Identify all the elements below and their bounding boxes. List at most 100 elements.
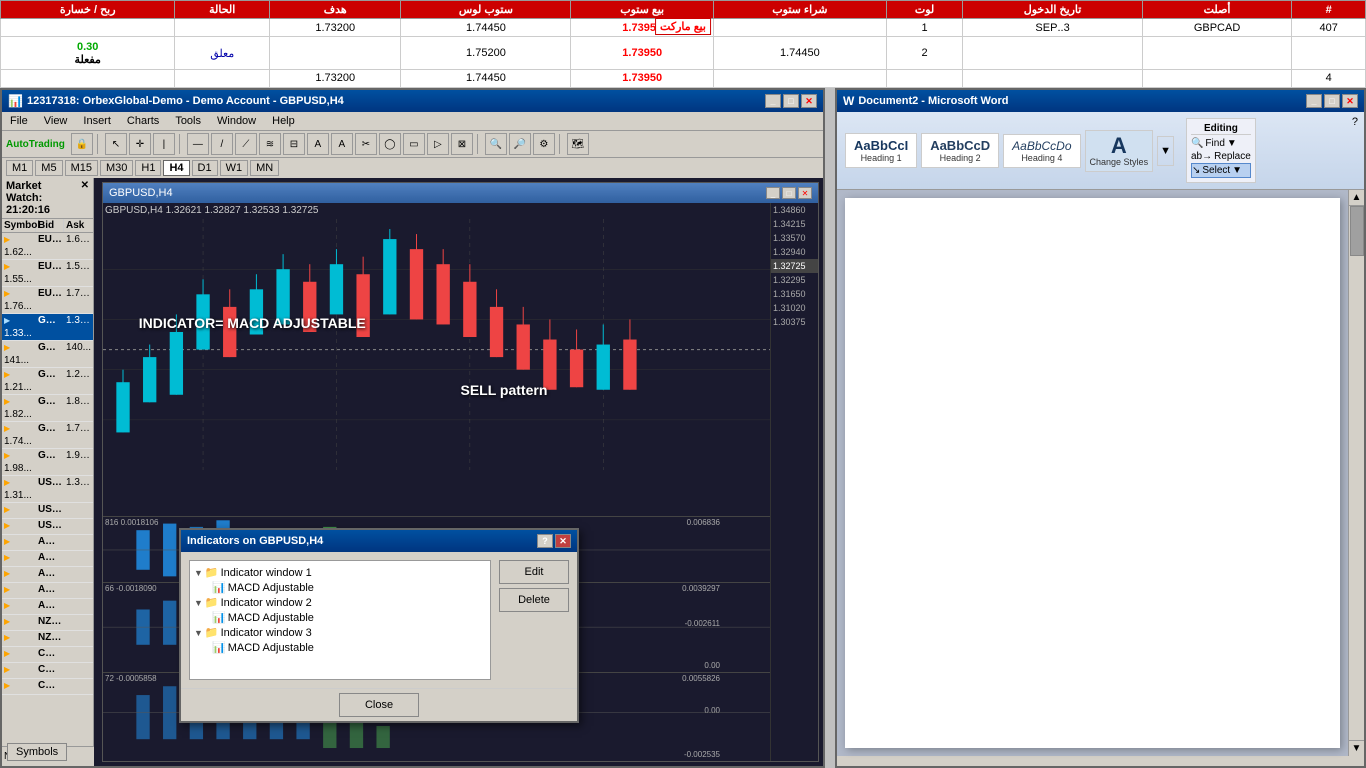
mw-row-eurcad[interactable]: ▶EURCAD 1.55... 1.55... 1.55... xyxy=(2,260,93,287)
toolbar-arrow-btn[interactable]: ↖ xyxy=(105,133,127,155)
chart-minimize-btn[interactable]: _ xyxy=(766,187,780,199)
tf-m5[interactable]: M5 xyxy=(35,160,62,176)
menu-insert[interactable]: Insert xyxy=(79,114,115,128)
toolbar-label-btn[interactable]: A xyxy=(331,133,353,155)
toolbar-ellipse-btn[interactable]: ◯ xyxy=(379,133,401,155)
find-item[interactable]: 🔍 Find ▼ xyxy=(1191,137,1251,150)
mt4-minimize-btn[interactable]: _ xyxy=(765,94,781,108)
word-close-btn[interactable]: ✕ xyxy=(1342,94,1358,108)
scroll-down-btn[interactable]: ▼ xyxy=(1349,740,1364,756)
toolbar-line-btn[interactable]: | xyxy=(153,133,175,155)
mw-row-gbpchf[interactable]: ▶GBPCHF 1.20... 1.20... 1.21... xyxy=(2,368,93,395)
tf-h4[interactable]: H4 xyxy=(163,160,189,176)
tree-macd-2[interactable]: 📊 MACD Adjustable xyxy=(194,610,486,625)
menu-view[interactable]: View xyxy=(40,114,72,128)
word-minimize-btn[interactable]: _ xyxy=(1306,94,1322,108)
tree-ind-win-2[interactable]: ▼ 📁 Indicator window 2 xyxy=(194,595,486,610)
dialog-help-btn[interactable]: ? xyxy=(537,534,553,548)
select-item[interactable]: ↘ Select ▼ xyxy=(1191,163,1251,178)
word-scrollbar[interactable]: ▲ ▼ xyxy=(1348,190,1364,756)
scroll-up-btn[interactable]: ▲ xyxy=(1349,190,1364,206)
toolbar-arrow-tool-btn[interactable]: ✂ xyxy=(355,133,377,155)
tf-h1[interactable]: H1 xyxy=(135,160,161,176)
chart-close-btn[interactable]: ✕ xyxy=(798,187,812,199)
tree-macd-1[interactable]: 📊 MACD Adjustable xyxy=(194,580,486,595)
dialog-close-btn[interactable]: ✕ xyxy=(555,534,571,548)
tf-d1[interactable]: D1 xyxy=(192,160,218,176)
menu-file[interactable]: File xyxy=(6,114,32,128)
mw-row-nzdjpy[interactable]: ▶NZDJPY xyxy=(2,631,93,647)
tree-toggle-3[interactable]: ▼ xyxy=(194,628,203,638)
mw-row-nzdusd[interactable]: ▶NZDUSD xyxy=(2,615,93,631)
dialog-ok-btn[interactable]: Close xyxy=(339,693,419,717)
change-styles-btn[interactable]: A Change Styles xyxy=(1085,130,1154,172)
tf-m15[interactable]: M15 xyxy=(65,160,98,176)
heading1-style[interactable]: AaBbCcI Heading 1 xyxy=(845,133,917,168)
toolbar-tline-btn[interactable]: / xyxy=(211,133,233,155)
delete-button[interactable]: Delete xyxy=(499,588,569,612)
indicator-icon-1: 📊 xyxy=(212,581,226,594)
menu-help[interactable]: Help xyxy=(268,114,299,128)
mw-row-gbpaud[interactable]: ▶GBPAUD. 1.82... 1.82... 1.82... xyxy=(2,395,93,422)
mw-row-usdchf[interactable]: ▶USDCHF xyxy=(2,503,93,519)
toolbar-cross-btn[interactable]: ✛ xyxy=(129,133,151,155)
mw-row-euraud[interactable]: ▶EURAUD 1.62... 1.62... 1.62... xyxy=(2,233,93,260)
word-restore-btn[interactable]: □ xyxy=(1324,94,1340,108)
edit-button[interactable]: Edit xyxy=(499,560,569,584)
mw-row-audjpy[interactable]: ▶AUDJPY xyxy=(2,583,93,599)
mw-symbol-eurnzd: EURNZD xyxy=(36,287,64,300)
tf-w1[interactable]: W1 xyxy=(220,160,249,176)
market-watch-close[interactable]: ✕ xyxy=(81,180,89,216)
mw-row-audnzd[interactable]: ▶AUDNZD xyxy=(2,599,93,615)
menu-tools[interactable]: Tools xyxy=(171,114,205,128)
toolbar-channel-btn[interactable]: ⊟ xyxy=(283,133,305,155)
toolbar-navigator-btn[interactable]: 🗺 xyxy=(567,133,589,155)
heading2-style[interactable]: AaBbCcD Heading 2 xyxy=(921,133,999,168)
toolbar-hline-btn[interactable]: — xyxy=(187,133,209,155)
tf-m1[interactable]: M1 xyxy=(6,160,33,176)
col-asset: أصلت xyxy=(1142,1,1291,19)
toolbar-triangle-btn[interactable]: ▷ xyxy=(427,133,449,155)
toolbar-text-btn[interactable]: A xyxy=(307,133,329,155)
word-help-icon[interactable]: ? xyxy=(1352,116,1358,128)
tree-macd-3[interactable]: 📊 MACD Adjustable xyxy=(194,640,486,655)
toolbar-zoom-in-btn[interactable]: 🔍 xyxy=(485,133,507,155)
tree-toggle-1[interactable]: ▼ xyxy=(194,568,203,578)
toolbar-gann-btn[interactable]: ⊠ xyxy=(451,133,473,155)
scroll-thumb[interactable] xyxy=(1350,206,1364,256)
mw-row-cadjpy[interactable]: ▶CADJPY xyxy=(2,647,93,663)
mw-row-cadchf[interactable]: ▶CADCHF xyxy=(2,679,93,695)
mw-symbol-euraud: EURAUD xyxy=(36,233,64,246)
tf-mn[interactable]: MN xyxy=(250,160,279,176)
toolbar-zoom-out-btn[interactable]: 🔎 xyxy=(509,133,531,155)
styles-dropdown-btn[interactable]: ▼ xyxy=(1157,136,1174,166)
mw-row-usdcad[interactable]: ▶USDCAD 1.31... 1.31... 1.31... xyxy=(2,476,93,503)
mw-row-audusd[interactable]: ▶AUDUSD xyxy=(2,535,93,551)
mw-row-usdjpy[interactable]: ▶USDJPY xyxy=(2,519,93,535)
toolbar-trend-btn[interactable]: ⟋ xyxy=(235,133,257,155)
mw-row-audchf[interactable]: ▶AUDCHF xyxy=(2,567,93,583)
mt4-restore-btn[interactable]: □ xyxy=(783,94,799,108)
mw-row-gbpjpy[interactable]: ▶GBPJPY 140... 140... 141... xyxy=(2,341,93,368)
mw-row-gbpnzd[interactable]: ▶GBPNZD. 1.98... 1.98... 1.98... xyxy=(2,449,93,476)
replace-item[interactable]: ab→ Replace xyxy=(1191,150,1251,163)
toolbar-prop-btn[interactable]: ⚙ xyxy=(533,133,555,155)
heading4-style[interactable]: AaBbCcDo Heading 4 xyxy=(1003,134,1080,168)
tree-ind-win-3[interactable]: ▼ 📁 Indicator window 3 xyxy=(194,625,486,640)
mw-row-audcad[interactable]: ▶AUDCAD xyxy=(2,551,93,567)
toolbar-rect-btn[interactable]: ▭ xyxy=(403,133,425,155)
chart-restore-btn[interactable]: □ xyxy=(782,187,796,199)
mw-row-gbpusd[interactable]: ▶GBPUSD 1.32... 1.33... 1.33... xyxy=(2,314,93,341)
tree-toggle-2[interactable]: ▼ xyxy=(194,598,203,608)
symbols-button[interactable]: Symbols xyxy=(7,743,67,761)
toolbar-fib-btn[interactable]: ≋ xyxy=(259,133,281,155)
mt4-close-btn[interactable]: ✕ xyxy=(801,94,817,108)
tree-ind-win-1[interactable]: ▼ 📁 Indicator window 1 xyxy=(194,565,486,580)
tf-m30[interactable]: M30 xyxy=(100,160,133,176)
mw-row-eurnzd[interactable]: ▶EURNZD 1.76... 1.76... 1.76... xyxy=(2,287,93,314)
mw-row-chfjpy[interactable]: ▶CHFJPY xyxy=(2,663,93,679)
menu-charts[interactable]: Charts xyxy=(123,114,163,128)
toolbar-cursor-btn[interactable]: 🔒 xyxy=(71,133,93,155)
menu-window[interactable]: Window xyxy=(213,114,260,128)
mw-row-gbpcad[interactable]: ▶GBPCAD. 1.74... 1.74... 1.74... xyxy=(2,422,93,449)
